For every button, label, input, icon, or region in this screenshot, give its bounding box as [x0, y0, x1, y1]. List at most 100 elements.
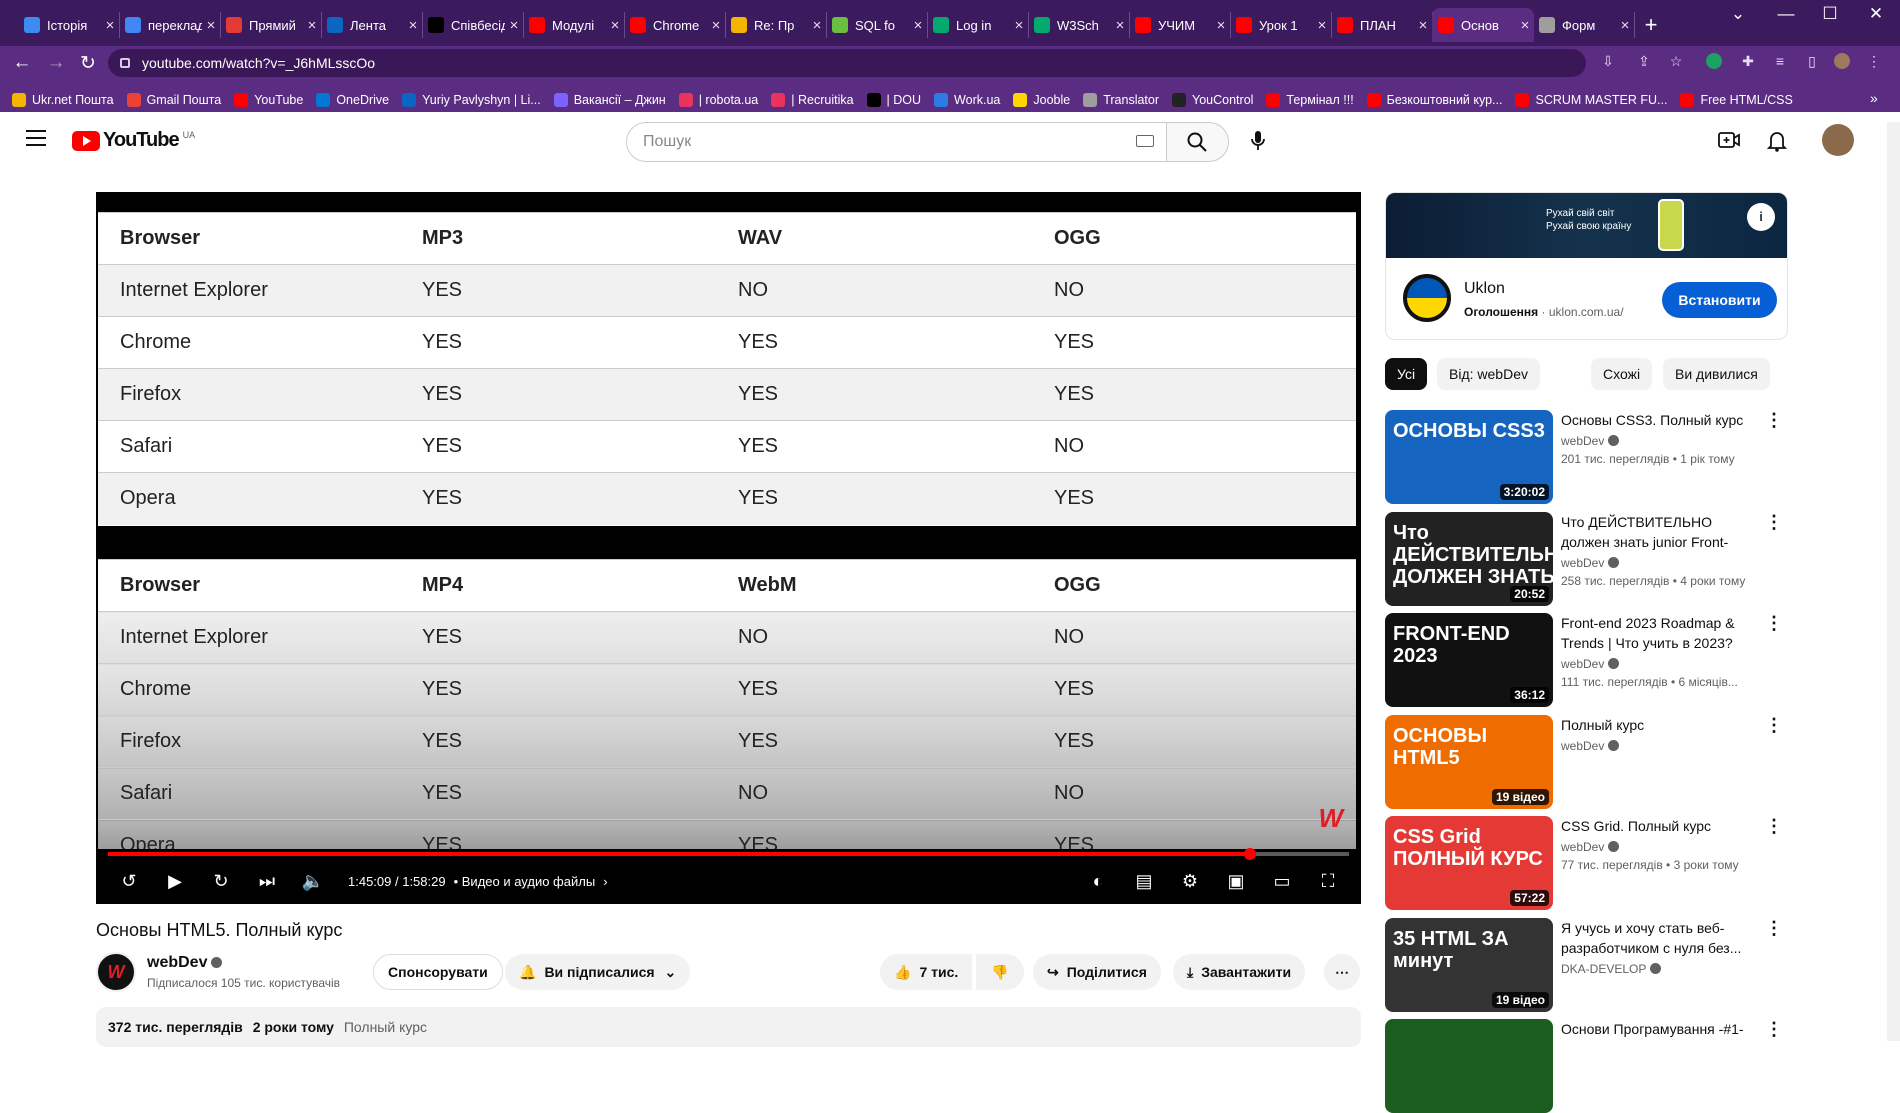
tab-close-icon[interactable]: ×: [606, 17, 624, 34]
theater-mode-icon[interactable]: ▭: [1259, 871, 1305, 892]
bookmark-item[interactable]: | robota.ua: [678, 93, 758, 107]
filter-chip[interactable]: Усі: [1385, 358, 1428, 390]
related-video-title[interactable]: Front-end 2023 Roadmap & Trends | Что уч…: [1561, 613, 1761, 653]
reload-icon[interactable]: ↻: [76, 52, 100, 75]
related-channel[interactable]: DKA-DEVELOP: [1561, 962, 1662, 976]
playlist-link[interactable]: Полный курс: [344, 1019, 427, 1035]
install-button[interactable]: Встановити: [1662, 282, 1777, 318]
tab-close-icon[interactable]: ×: [505, 17, 523, 34]
related-channel[interactable]: webDev: [1561, 657, 1620, 671]
more-options-icon[interactable]: ⋮: [1765, 816, 1783, 837]
side-panel-icon[interactable]: ▯: [1804, 53, 1820, 69]
more-options-icon[interactable]: ⋮: [1765, 512, 1783, 533]
tab-close-icon[interactable]: ×: [303, 17, 321, 34]
bookmark-item[interactable]: Ukr.net Пошта: [12, 93, 114, 107]
ad-card[interactable]: Рухай свій світ Рухай свою країну i Uklon…: [1385, 192, 1788, 340]
filter-chip[interactable]: Від: webDev: [1437, 358, 1540, 390]
tab-close-icon[interactable]: ×: [101, 17, 119, 34]
browser-tab[interactable]: W3Sch ×: [1028, 12, 1130, 38]
menu-icon[interactable]: ⋮: [1866, 53, 1882, 69]
related-video-title[interactable]: Полный курс: [1561, 715, 1761, 735]
page-scrollbar[interactable]: [1887, 122, 1900, 1041]
next-icon[interactable]: ⏭: [244, 871, 290, 892]
video-thumbnail[interactable]: ОСНОВЫ HTML5 19 відео: [1385, 714, 1553, 809]
related-video[interactable]: ОСНОВЫ HTML5 19 відео Полный курс webDev ⋮: [1385, 714, 1795, 809]
video-thumbnail[interactable]: ОСНОВЫ CSS3 3:20:02: [1385, 410, 1553, 504]
grammarly-icon[interactable]: [1706, 53, 1722, 69]
tab-search-icon[interactable]: ⌄: [1718, 4, 1758, 24]
minimize-button[interactable]: —: [1766, 4, 1806, 24]
related-video-title[interactable]: Основы CSS3. Полный курс: [1561, 410, 1761, 430]
more-bookmarks-icon[interactable]: »: [1870, 90, 1878, 106]
related-video-title[interactable]: CSS Grid. Полный курс: [1561, 816, 1761, 836]
channel-watermark[interactable]: W: [1318, 803, 1343, 834]
browser-tab[interactable]: Лента ×: [321, 12, 423, 38]
channel-name[interactable]: webDev: [147, 954, 223, 972]
tab-close-icon[interactable]: ×: [202, 17, 220, 34]
menu-burger-icon[interactable]: [26, 130, 46, 151]
browser-tab[interactable]: Основ ×: [1432, 8, 1534, 42]
channel-avatar[interactable]: W: [96, 952, 136, 992]
video-thumbnail[interactable]: [1385, 1019, 1553, 1113]
chapter-title[interactable]: • Видео и аудио файлы: [454, 874, 596, 889]
install-icon[interactable]: ⇩: [1600, 53, 1616, 69]
bookmark-item[interactable]: Translator: [1083, 93, 1159, 107]
related-channel[interactable]: webDev: [1561, 434, 1620, 448]
browser-tab[interactable]: Re: Пр ×: [725, 12, 827, 38]
tab-close-icon[interactable]: ×: [909, 17, 927, 34]
bookmark-item[interactable]: Free HTML/CSS: [1680, 93, 1793, 107]
bookmark-item[interactable]: Gmail Пошта: [126, 93, 221, 107]
related-channel[interactable]: webDev: [1561, 840, 1620, 854]
related-video[interactable]: Что ДЕЙСТВИТЕЛЬНО ДОЛЖЕН ЗНАТЬ20:52Что Д…: [1385, 511, 1795, 606]
video-thumbnail[interactable]: CSS Grid ПОЛНЫЙ КУРС 57:22: [1385, 816, 1553, 910]
bookmark-item[interactable]: SCRUM MASTER FU...: [1515, 93, 1667, 107]
related-video-title[interactable]: Что ДЕЙСТВИТЕЛЬНО должен знать junior Fr…: [1561, 512, 1761, 552]
video-thumbnail[interactable]: FRONT-END 2023 36:12: [1385, 613, 1553, 707]
browser-tab[interactable]: ПЛАН ×: [1331, 12, 1433, 38]
browser-tab[interactable]: УЧИМ ×: [1129, 12, 1231, 38]
forward-10-icon[interactable]: ↻: [198, 871, 244, 892]
microphone-icon[interactable]: [1250, 130, 1266, 157]
ad-banner[interactable]: Рухай свій світ Рухай свою країну i: [1386, 193, 1787, 258]
user-avatar[interactable]: [1822, 124, 1854, 156]
related-video-title[interactable]: Основи Програмування -#1-: [1561, 1019, 1761, 1039]
like-button[interactable]: 👍 7 тис.: [880, 954, 973, 990]
bookmark-item[interactable]: OneDrive: [316, 93, 389, 107]
autoplay-toggle[interactable]: ◐: [1075, 871, 1121, 892]
bookmark-item[interactable]: Безкоштовний кур...: [1366, 93, 1502, 107]
search-input[interactable]: [643, 133, 1103, 151]
tab-close-icon[interactable]: ×: [1616, 17, 1634, 34]
share-button[interactable]: ↪ Поділитися: [1033, 954, 1161, 990]
bookmark-item[interactable]: | DOU: [866, 93, 921, 107]
new-tab-button[interactable]: +: [1638, 12, 1664, 38]
related-video[interactable]: 35 HTML ЗА минут 19 відео Я учусь и хочу с…: [1385, 917, 1795, 1012]
bookmark-item[interactable]: Yuriy Pavlyshyn | Li...: [402, 93, 541, 107]
related-channel[interactable]: webDev: [1561, 556, 1620, 570]
play-icon[interactable]: ▶: [152, 871, 198, 892]
browser-tab[interactable]: Урок 1 ×: [1230, 12, 1332, 38]
more-options-icon[interactable]: ⋮: [1765, 1019, 1783, 1040]
tab-close-icon[interactable]: ×: [1212, 17, 1230, 34]
bookmark-star-icon[interactable]: ☆: [1668, 53, 1684, 69]
bookmark-item[interactable]: Work.ua: [934, 93, 1000, 107]
browser-tab[interactable]: Log in ×: [927, 12, 1029, 38]
more-options-icon[interactable]: ⋮: [1765, 715, 1783, 736]
fullscreen-icon[interactable]: ⛶: [1305, 871, 1351, 892]
bookmark-item[interactable]: YouControl: [1172, 93, 1253, 107]
tab-close-icon[interactable]: ×: [404, 17, 422, 34]
close-window-button[interactable]: ✕: [1856, 4, 1896, 24]
video-player[interactable]: Browser MP3 WAV OGG Internet Explorer YES NO NO…: [96, 192, 1361, 904]
media-icon[interactable]: ≡: [1772, 53, 1788, 69]
profile-avatar[interactable]: [1834, 53, 1850, 69]
browser-tab[interactable]: Chrome ×: [624, 12, 726, 38]
tab-close-icon[interactable]: ×: [1313, 17, 1331, 34]
video-thumbnail[interactable]: 35 HTML ЗА минут 19 відео: [1385, 917, 1553, 1012]
tab-close-icon[interactable]: ×: [1414, 17, 1432, 34]
rewind-10-icon[interactable]: ↺: [106, 871, 152, 892]
dislike-button[interactable]: 👎: [976, 954, 1024, 990]
filter-chip[interactable]: Схожі: [1591, 358, 1653, 390]
tab-close-icon[interactable]: ×: [1111, 17, 1129, 34]
maximize-button[interactable]: ☐: [1810, 4, 1850, 24]
search-button[interactable]: [1167, 122, 1229, 162]
chevron-right-icon[interactable]: ›: [603, 874, 607, 889]
